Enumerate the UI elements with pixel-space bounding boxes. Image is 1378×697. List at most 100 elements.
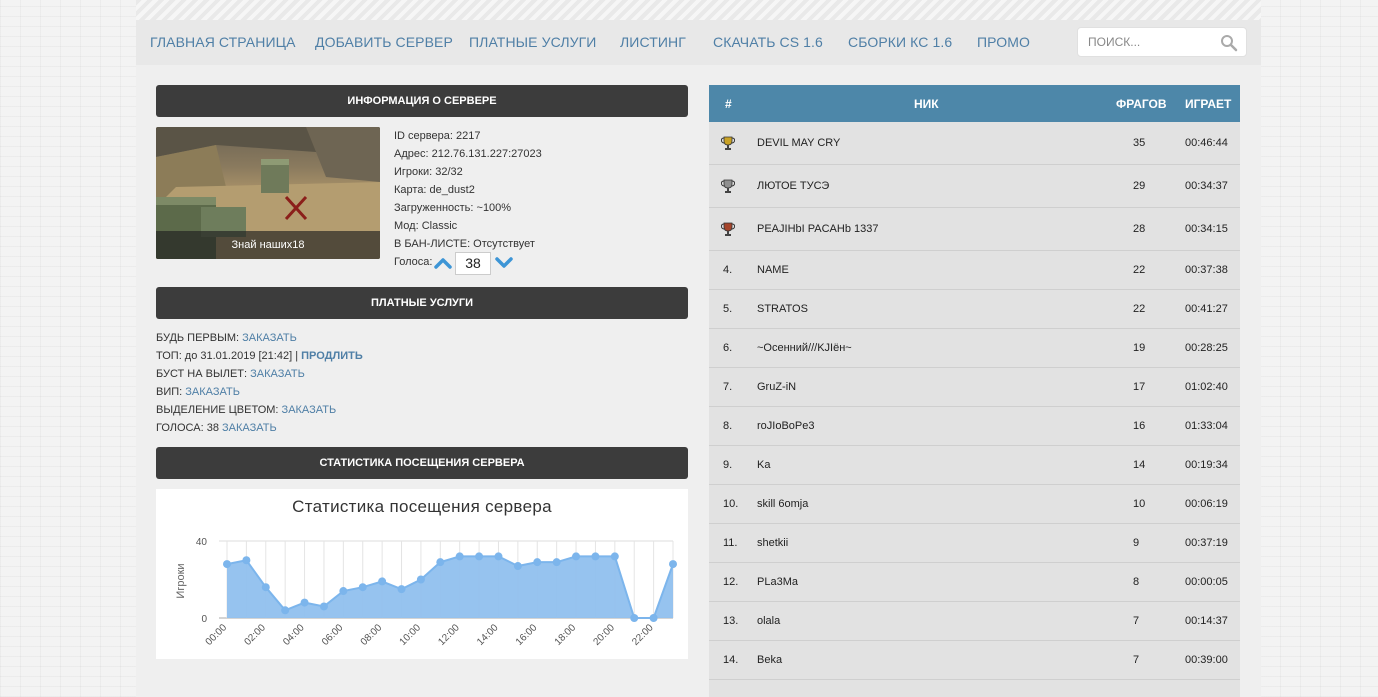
row-rank: 7.: [723, 381, 733, 393]
row-nick: skill 6omja: [757, 498, 809, 510]
x-tick-label: 16:00: [514, 622, 540, 648]
vote-down-icon[interactable]: [495, 256, 513, 270]
table-row: 6. ~Осенний///KJIён~ 19 00:28:25: [709, 329, 1240, 368]
paid-color-order-link[interactable]: ЗАКАЗАТЬ: [282, 404, 337, 416]
nav-builds[interactable]: СБОРКИ КС 1.6: [848, 34, 952, 50]
paid-boost-order-link[interactable]: ЗАКАЗАТЬ: [250, 368, 305, 380]
data-point: [475, 552, 484, 561]
row-time: 00:37:19: [1185, 537, 1228, 549]
server-id: ID сервера: 2217: [394, 130, 481, 142]
nav-home[interactable]: ГЛАВНАЯ СТРАНИЦА: [150, 34, 296, 50]
row-frags: 35: [1133, 137, 1146, 149]
nav-add-server[interactable]: ДОБАВИТЬ СЕРВЕР: [315, 34, 453, 50]
data-point: [300, 598, 309, 607]
paid-votes-label: ГОЛОСА: 38: [156, 422, 219, 434]
row-frags: 17: [1133, 381, 1146, 393]
paid-vip-order-link[interactable]: ЗАКАЗАТЬ: [185, 386, 240, 398]
paid-votes-order-link[interactable]: ЗАКАЗАТЬ: [222, 422, 277, 434]
row-time: 00:00:05: [1185, 576, 1228, 588]
paid-first-row: БУДЬ ПЕРВЫМ: ЗАКАЗАТЬ: [156, 332, 297, 344]
search-icon[interactable]: [1220, 34, 1238, 52]
row-time: 01:02:40: [1185, 381, 1228, 393]
nav-download-cs[interactable]: СКАЧАТЬ CS 1.6: [713, 34, 823, 50]
row-nick: PLa3Ma: [757, 576, 798, 588]
data-point: [610, 552, 619, 561]
nav-paid-services[interactable]: ПЛАТНЫЕ УСЛУГИ: [469, 34, 596, 50]
row-frags: 29: [1133, 180, 1146, 192]
trophy-icon: [720, 179, 736, 193]
table-header: # НИК ФРАГОВ ИГРАЕТ: [709, 85, 1240, 122]
row-nick: roJIoBoPe3: [757, 420, 815, 432]
row-rank: 10.: [723, 498, 739, 510]
row-rank: 12.: [723, 576, 739, 588]
col-nick: НИК: [914, 97, 939, 111]
row-time: 01:33:04: [1185, 420, 1228, 432]
x-tick-label: 00:00: [204, 622, 230, 648]
server-address: Адрес: 212.76.131.227:27023: [394, 148, 542, 160]
x-tick-label: 08:00: [359, 622, 385, 648]
row-frags: 28: [1133, 223, 1146, 235]
votes-label: Голоса:: [394, 256, 433, 268]
data-point: [358, 583, 367, 592]
paid-first-label: БУДЬ ПЕРВЫМ:: [156, 332, 240, 344]
vote-up-icon[interactable]: [434, 256, 452, 270]
table-row: 11. shetkii 9 00:37:19: [709, 524, 1240, 563]
table-row: 5. STRATOS 22 00:41:27: [709, 290, 1240, 329]
row-frags: 19: [1133, 342, 1146, 354]
row-time: 00:46:44: [1185, 137, 1228, 149]
row-rank: 11.: [723, 537, 738, 549]
table-row: 4. NAME 22 00:37:38: [709, 251, 1240, 290]
table-row: [709, 680, 1240, 697]
data-point: [591, 552, 600, 561]
row-rank: 14.: [723, 654, 739, 666]
nav-listing[interactable]: ЛИСТИНГ: [620, 34, 686, 50]
paid-first-order-link[interactable]: ЗАКАЗАТЬ: [242, 332, 297, 344]
row-nick: Ka: [757, 459, 771, 471]
x-tick-label: 22:00: [630, 622, 656, 648]
data-point: [513, 562, 522, 571]
paid-vip-label: ВИП:: [156, 386, 183, 398]
row-nick: STRATOS: [757, 303, 808, 315]
row-time: 00:19:34: [1185, 459, 1228, 471]
paid-vip-row: ВИП: ЗАКАЗАТЬ: [156, 386, 240, 398]
row-frags: 9: [1133, 537, 1140, 549]
row-nick: ~Осенний///KJIён~: [757, 342, 852, 354]
table-row: ЛЮТОЕ ТУСЭ 29 00:34:37: [709, 165, 1240, 208]
nav-promo[interactable]: ПРОМО: [977, 34, 1030, 50]
search-input[interactable]: [1088, 35, 1208, 49]
x-tick-label: 20:00: [591, 622, 617, 648]
server-map-thumbnail[interactable]: Знай наших18: [156, 127, 380, 259]
row-rank: 4.: [723, 264, 733, 276]
col-frags: ФРАГОВ: [1116, 97, 1167, 111]
row-rank: 13.: [723, 615, 739, 627]
row-nick: DEVIL MAY CRY: [757, 137, 841, 149]
paid-top-label: ТОП: до 31.01.2019 [21:42] |: [156, 350, 299, 362]
table-row: PEAJIHbI PACAHb 1337 28 00:34:15: [709, 208, 1240, 251]
row-nick: GruZ-iN: [757, 381, 797, 393]
row-time: 00:39:00: [1185, 654, 1228, 666]
x-tick-label: 18:00: [553, 622, 579, 648]
x-tick-label: 02:00: [242, 622, 268, 648]
y-tick-label: 40: [196, 537, 208, 548]
data-point: [397, 585, 406, 594]
data-point: [339, 587, 348, 596]
row-frags: 10: [1133, 498, 1146, 510]
server-load: Загруженность: ~100%: [394, 202, 512, 214]
thumbnail-caption: Знай наших18: [156, 231, 380, 259]
row-frags: 8: [1133, 576, 1140, 588]
trophy-icon: [720, 136, 736, 150]
row-frags: 14: [1133, 459, 1146, 471]
players-table: # НИК ФРАГОВ ИГРАЕТ DEVIL MAY CRY 35 00:46…: [709, 85, 1240, 697]
table-row: 9. Ka 14 00:19:34: [709, 446, 1240, 485]
row-nick: shetkii: [757, 537, 789, 549]
data-point: [630, 614, 639, 622]
row-rank: 5.: [723, 303, 733, 315]
area-fill: [227, 556, 673, 618]
page-container: ГЛАВНАЯ СТРАНИЦА ДОБАВИТЬ СЕРВЕР ПЛАТНЫЕ…: [136, 0, 1261, 697]
trophy-icon: [720, 222, 736, 236]
row-frags: 7: [1133, 615, 1140, 627]
paid-top-extend-link[interactable]: ПРОДЛИТЬ: [301, 350, 363, 362]
paid-top-row: ТОП: до 31.01.2019 [21:42] | ПРОДЛИТЬ: [156, 350, 363, 362]
row-time: 00:14:37: [1185, 615, 1228, 627]
row-nick: ЛЮТОЕ ТУСЭ: [757, 180, 830, 192]
